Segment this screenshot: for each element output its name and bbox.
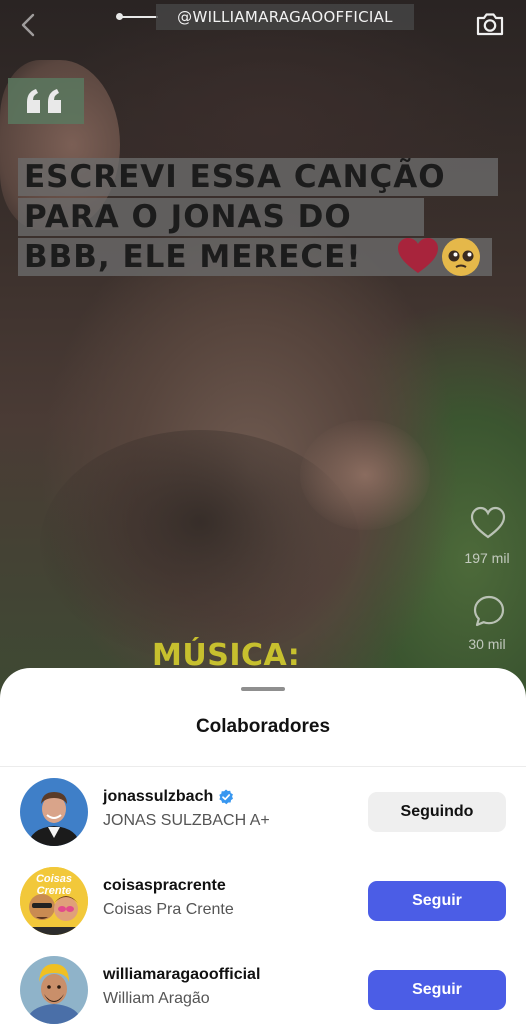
caption-line-1: ESCREVI ESSA CANÇÃO	[18, 158, 498, 196]
avatar-logo-text: Coisas Crente	[35, 873, 73, 897]
collaborators-sheet: Colaboradores jonassulzbach JONAS SULZBA…	[0, 668, 526, 1034]
avatar[interactable]	[20, 778, 88, 846]
chevron-left-icon[interactable]	[14, 10, 44, 40]
collaborator-display-name: William Aragão	[103, 990, 210, 1007]
heart-emoji	[398, 238, 438, 273]
collaborator-username[interactable]: williamaragaoofficial	[103, 966, 260, 984]
creator-handle-tag: @WILLIAMARAGAOOFFICIAL	[156, 4, 414, 30]
avatar[interactable]: Coisas Crente	[20, 867, 88, 935]
username-text[interactable]: williamaragaoofficial	[103, 966, 260, 984]
verified-badge-icon	[219, 789, 234, 805]
username-text[interactable]: coisaspracrente	[103, 877, 226, 895]
caption-line-2: PARA O JONAS DO	[18, 198, 424, 236]
collaborator-username[interactable]: coisaspracrente	[103, 877, 226, 895]
handle-connector-line	[118, 16, 158, 18]
video-player[interactable]: @WILLIAMARAGAOOFFICIAL ESCREVI ESSA CANÇ…	[0, 0, 526, 700]
sheet-title: Colaboradores	[195, 716, 331, 737]
follow-button[interactable]: Seguir	[368, 881, 506, 921]
collaborator-row[interactable]: jonassulzbach JONAS SULZBACH A+ Seguindo	[0, 772, 526, 852]
video-frame-detail	[300, 420, 430, 530]
collaborator-display-name: JONAS SULZBACH A+	[103, 812, 270, 829]
collaborator-row[interactable]: williamaragaoofficial William Aragão Seg…	[0, 950, 526, 1030]
divider	[0, 766, 526, 767]
avatar[interactable]	[20, 956, 88, 1024]
speech-bubble-icon[interactable]	[472, 594, 506, 628]
collaborator-display-name: Coisas Pra Crente	[103, 901, 234, 918]
comment-count: 30 mil	[468, 636, 506, 652]
sheet-grabber-handle[interactable]	[241, 687, 285, 691]
following-button[interactable]: Seguindo	[368, 792, 506, 832]
quote-icon	[8, 78, 84, 124]
camera-icon[interactable]	[474, 8, 506, 40]
music-overlay-text: MÚSICA: JONAS	[152, 638, 301, 672]
follow-button[interactable]: Seguir	[368, 970, 506, 1010]
collaborator-username[interactable]: jonassulzbach	[103, 788, 234, 806]
heart-outline-icon[interactable]	[470, 506, 506, 540]
username-text[interactable]: jonassulzbach	[103, 788, 213, 806]
like-count: 197 mil	[464, 550, 510, 566]
pleading-face-emoji	[442, 238, 480, 276]
collaborator-row[interactable]: Coisas Crente coisaspracrente Coisas Pra…	[0, 861, 526, 941]
